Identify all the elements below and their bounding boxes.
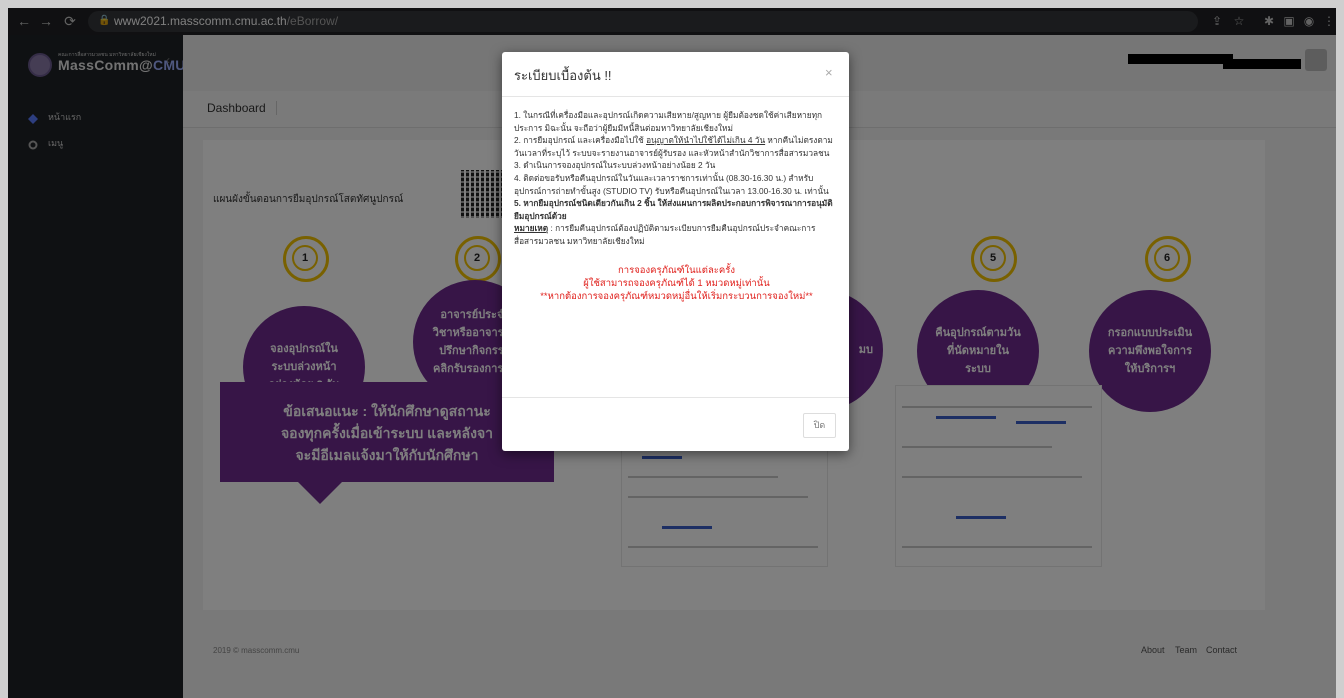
modal-header: ระเบียบเบื้องต้น !! × xyxy=(502,52,849,97)
close-button[interactable]: ปิด xyxy=(803,413,836,438)
modal-footer: ปิด xyxy=(502,397,849,452)
rules-modal: ระเบียบเบื้องต้น !! × 1. ในกรณีที่เครื่อ… xyxy=(502,52,849,451)
rule-1: 1. ในกรณีที่เครื่องมือและอุปกรณ์เกิดความ… xyxy=(514,110,823,133)
rule-4: 4. ติดต่อขอรับหรือคืนอุปกรณ์ในวันและเวลา… xyxy=(514,172,829,196)
modal-body: 1. ในกรณีที่เครื่องมือและอุปกรณ์เกิดความ… xyxy=(514,109,839,303)
rule-note: หมายเหตุ : การยืมคืนอุปกรณ์ต้องปฏิบัติตา… xyxy=(514,223,816,246)
rule-5: 5. หากยืมอุปกรณ์ชนิดเดียวกันเกิน 2 ชิ้น … xyxy=(514,198,833,221)
rule-2: 2. การยืมอุปกรณ์ และเครื่องมือไปใช้ อนุญ… xyxy=(514,135,833,158)
browser-window: ← → ⟳ 🔒 www2021.masscomm.cmu.ac.th/eBorr… xyxy=(8,8,1336,698)
modal-title: ระเบียบเบื้องต้น !! xyxy=(514,68,612,83)
rule-3: 3. ดำเนินการจองอุปกรณ์ในระบบล่วงหน้าอย่า… xyxy=(514,160,716,171)
booking-warning: การจองครุภัณฑ์ในแต่ละครั้ง ผู้ใช้สามารถจ… xyxy=(540,264,813,302)
close-icon[interactable]: × xyxy=(825,65,833,80)
